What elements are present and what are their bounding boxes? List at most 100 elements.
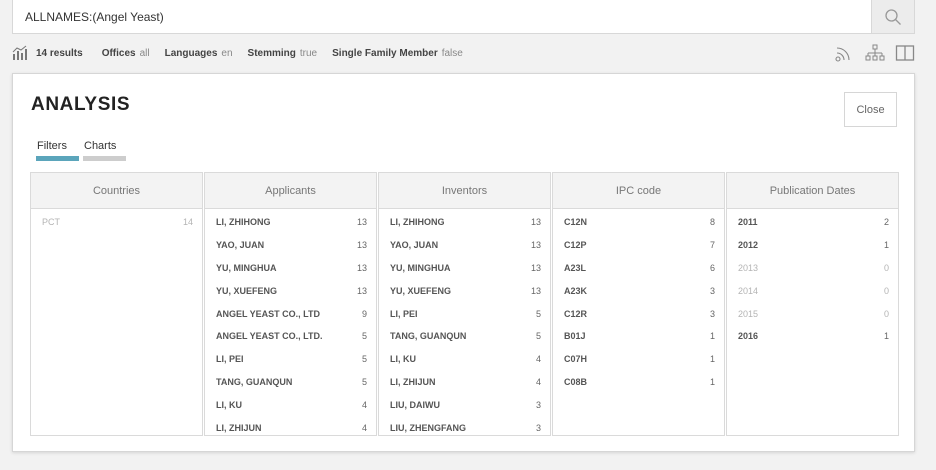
column-rows: LI, ZHIHONG 13 YAO, JUAN 13 YU, MINGHUA 13 YU,… xyxy=(379,209,550,439)
column-header: Publication Dates xyxy=(727,173,898,209)
filter-count: 3 xyxy=(709,285,715,296)
stemming-label: Stemming xyxy=(247,47,296,59)
filter-row[interactable]: LI, ZHIJUN 4 xyxy=(205,416,376,439)
filter-label: C12N xyxy=(564,217,588,228)
filter-row[interactable]: B01J 1 xyxy=(553,325,724,348)
search-button[interactable] xyxy=(871,0,914,33)
filter-row[interactable]: C07H 1 xyxy=(553,348,724,371)
filter-count: 13 xyxy=(356,262,367,273)
filter-count: 0 xyxy=(883,308,889,319)
filter-row[interactable]: PCT 14 xyxy=(31,211,202,234)
applicants-column: Applicants LI, ZHIHONG 13 YAO, JUAN 13 YU, M… xyxy=(204,172,377,436)
stemming-value[interactable]: true xyxy=(300,48,317,59)
column-rows: 2011 2 2012 1 2013 0 2014 0 2015 0 2016 1 xyxy=(727,209,898,348)
filter-label: YU, MINGHUA xyxy=(216,262,277,273)
filter-label: 2014 xyxy=(738,285,759,296)
filter-label: TANG, GUANQUN xyxy=(390,331,467,342)
filter-count: 1 xyxy=(709,354,715,365)
sitemap-icon[interactable] xyxy=(865,44,885,62)
filter-row[interactable]: YU, MINGHUA 13 xyxy=(205,257,376,280)
filter-row[interactable]: A23L 6 xyxy=(553,257,724,280)
rss-icon[interactable] xyxy=(835,44,855,62)
filter-row[interactable]: 2012 1 xyxy=(727,234,898,257)
tab-label: Charts xyxy=(84,140,117,152)
filter-row[interactable]: YAO, JUAN 13 xyxy=(379,234,550,257)
inventors-column: Inventors LI, ZHIHONG 13 YAO, JUAN 13 YU, MI… xyxy=(378,172,551,436)
filter-row[interactable]: LI, ZHIHONG 13 xyxy=(205,211,376,234)
split-view-icon[interactable] xyxy=(895,44,915,62)
search-bar xyxy=(12,0,915,34)
filter-label: LI, PEI xyxy=(216,354,244,365)
filter-row[interactable]: C12P 7 xyxy=(553,234,724,257)
filter-label: YAO, JUAN xyxy=(390,240,439,251)
filter-label: 2015 xyxy=(738,308,759,319)
column-rows: C12N 8 C12P 7 A23L 6 A23K 3 C12R 3 B01J 1 C07H 1 C08B 1 xyxy=(553,209,724,393)
filter-count: 5 xyxy=(535,308,541,319)
filter-label: YAO, JUAN xyxy=(216,240,265,251)
filter-label: C12P xyxy=(564,240,587,251)
filter-label: YU, MINGHUA xyxy=(390,262,451,273)
bar-chart-icon[interactable] xyxy=(12,45,31,61)
tab-charts[interactable]: Charts xyxy=(83,140,126,161)
filter-row[interactable]: 2015 0 xyxy=(727,302,898,325)
filter-row[interactable]: YU, XUEFENG 13 xyxy=(379,279,550,302)
view-toolbar xyxy=(835,41,915,65)
search-info-bar: 14 results Offices all Languages en Stem… xyxy=(12,41,915,65)
filter-row[interactable]: 2016 1 xyxy=(727,325,898,348)
close-button[interactable]: Close xyxy=(844,92,897,127)
single-family-member-value[interactable]: false xyxy=(442,48,463,59)
filter-row[interactable]: YU, XUEFENG 13 xyxy=(205,279,376,302)
search-input[interactable] xyxy=(13,0,872,33)
filter-row[interactable]: LI, KU 4 xyxy=(379,348,550,371)
offices-value[interactable]: all xyxy=(140,48,150,59)
filter-row[interactable]: LI, PEI 5 xyxy=(379,302,550,325)
tab-filters[interactable]: Filters xyxy=(36,140,79,161)
filter-row[interactable]: TANG, GUANQUN 5 xyxy=(379,325,550,348)
filter-label: B01J xyxy=(564,331,586,342)
filter-count: 5 xyxy=(535,331,541,342)
filter-count: 13 xyxy=(530,262,541,273)
filter-row[interactable]: LI, ZHIJUN 4 xyxy=(379,371,550,394)
filter-label: C08B xyxy=(564,376,588,387)
filter-label: 2012 xyxy=(738,240,759,251)
filter-row[interactable]: ANGEL YEAST CO., LTD. 5 xyxy=(205,325,376,348)
filter-label: LI, ZHIHONG xyxy=(390,217,445,228)
filter-count: 13 xyxy=(356,217,367,228)
filter-row[interactable]: C12R 3 xyxy=(553,302,724,325)
filter-row[interactable]: C08B 1 xyxy=(553,371,724,394)
filter-row[interactable]: C12N 8 xyxy=(553,211,724,234)
filter-row[interactable]: 2013 0 xyxy=(727,257,898,280)
filter-count: 1 xyxy=(709,331,715,342)
filter-count: 4 xyxy=(361,399,367,410)
column-header: IPC code xyxy=(553,173,724,209)
filter-row[interactable]: A23K 3 xyxy=(553,279,724,302)
filter-row[interactable]: LI, ZHIHONG 13 xyxy=(379,211,550,234)
filter-count: 3 xyxy=(709,308,715,319)
filter-label: C12R xyxy=(564,308,588,319)
filter-count: 13 xyxy=(530,217,541,228)
filter-row[interactable]: 2014 0 xyxy=(727,279,898,302)
filter-label: YU, XUEFENG xyxy=(390,285,452,296)
filter-count: 9 xyxy=(361,308,367,319)
filter-label: 2011 xyxy=(738,217,758,228)
column-header: Inventors xyxy=(379,173,550,209)
filter-label: 2013 xyxy=(738,262,759,273)
filter-row[interactable]: LI, PEI 5 xyxy=(205,348,376,371)
filter-row[interactable]: LI, KU 4 xyxy=(205,393,376,416)
filter-label: 2016 xyxy=(738,331,759,342)
filter-row[interactable]: 2011 2 xyxy=(727,211,898,234)
filter-row[interactable]: ANGEL YEAST CO., LTD 9 xyxy=(205,302,376,325)
languages-value[interactable]: en xyxy=(221,48,232,59)
filter-row[interactable]: LIU, DAIWU 3 xyxy=(379,393,550,416)
filter-count: 0 xyxy=(883,262,889,273)
filter-row[interactable]: TANG, GUANQUN 5 xyxy=(205,371,376,394)
filter-count: 14 xyxy=(182,217,193,228)
filter-count: 13 xyxy=(356,240,367,251)
filter-row[interactable]: LIU, ZHENGFANG 3 xyxy=(379,416,550,439)
filter-count: 6 xyxy=(709,262,715,273)
filter-row[interactable]: YU, MINGHUA 13 xyxy=(379,257,550,280)
panel-title: ANALYSIS xyxy=(31,94,131,115)
filter-count: 3 xyxy=(535,399,541,410)
filter-row[interactable]: YAO, JUAN 13 xyxy=(205,234,376,257)
results-count: 14 results xyxy=(36,47,83,59)
